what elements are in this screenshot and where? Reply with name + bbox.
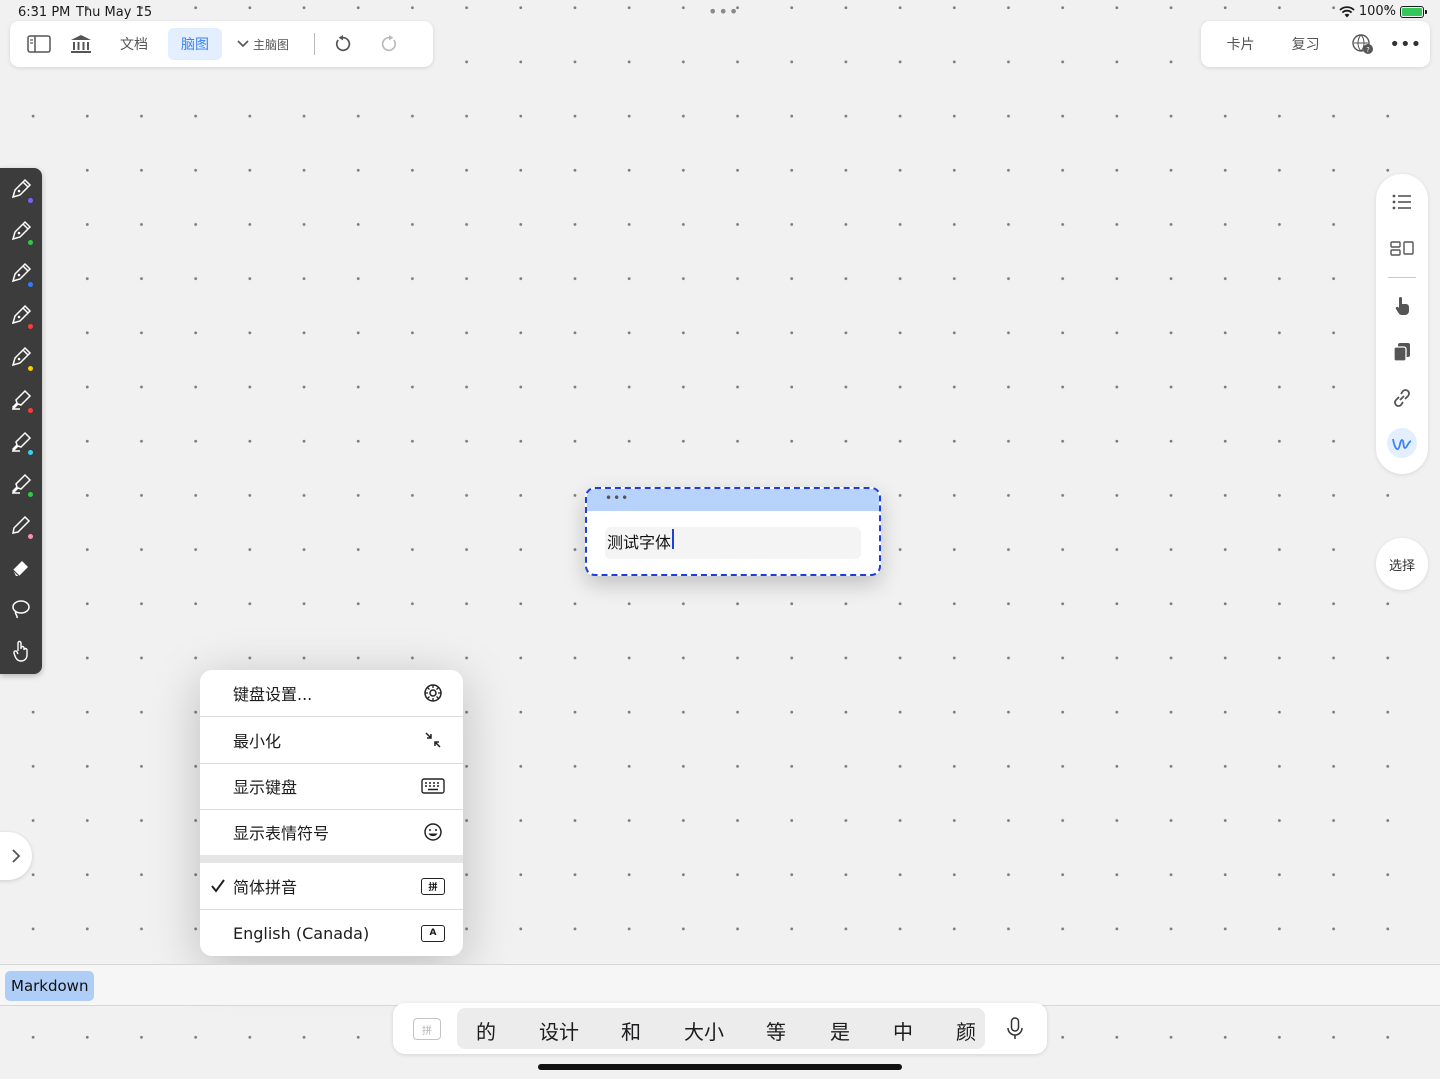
freehand-draw-icon[interactable] — [1387, 428, 1417, 458]
pen-yellow-icon[interactable] — [6, 340, 36, 374]
undo-icon[interactable] — [323, 28, 363, 60]
toolbar-divider — [314, 33, 315, 55]
menu-item-label: 显示表情符号 — [233, 824, 330, 843]
more-icon[interactable]: ••• — [1389, 28, 1422, 60]
menu-item-label: 最小化 — [233, 732, 282, 751]
pen-green-icon[interactable] — [6, 214, 36, 248]
menu-item-english-canada[interactable]: English (Canada) A — [200, 910, 463, 956]
tab-mindmap[interactable]: 脑图 — [168, 28, 222, 60]
menu-section-gap — [200, 855, 463, 863]
svg-text:?: ? — [1366, 46, 1370, 54]
hand-pointer-icon[interactable] — [6, 634, 36, 668]
node-text: 测试字体 — [607, 533, 672, 552]
ime-candidate-bar: 拼 的 设计 和 大小 等 是 中 颜 — [393, 1003, 1047, 1054]
top-toolbar-left: 文档 脑图 主脑图 — [10, 21, 433, 67]
candidate[interactable]: 大小 — [684, 1016, 724, 1045]
tap-hand-icon[interactable] — [1387, 291, 1417, 321]
link-icon[interactable] — [1387, 383, 1417, 413]
pinyin-badge: 拼 — [421, 877, 445, 895]
sidebar-toggle-icon[interactable] — [18, 28, 60, 60]
home-indicator[interactable] — [538, 1064, 902, 1070]
pencil-pink-icon[interactable] — [6, 508, 36, 542]
node-text-input[interactable]: 测试字体 — [605, 527, 861, 559]
battery-percent: 100% — [1358, 4, 1396, 19]
expand-panel-button[interactable] — [0, 832, 32, 880]
status-date: Thu May 15 — [76, 5, 153, 20]
select-button[interactable]: 选择 — [1376, 538, 1428, 590]
pen-toolbar — [0, 168, 42, 674]
candidate[interactable]: 的 — [476, 1016, 496, 1045]
status-right: 100% — [1339, 4, 1427, 19]
candidate[interactable]: 颜 — [956, 1016, 976, 1045]
highlighter-green-icon[interactable] — [6, 466, 36, 500]
menu-item-show-keyboard[interactable]: 显示键盘 — [200, 763, 463, 809]
tab-document[interactable]: 文档 — [108, 28, 160, 60]
candidate[interactable]: 设计 — [539, 1016, 579, 1045]
status-time: 6:31 PM — [18, 5, 71, 20]
english-badge: A — [421, 924, 445, 942]
node-drag-handle-icon[interactable]: ••• — [605, 491, 629, 505]
review-button[interactable]: 复习 — [1280, 28, 1331, 60]
chevron-down-icon — [237, 40, 249, 48]
candidate[interactable]: 等 — [766, 1016, 786, 1045]
chevron-right-icon — [11, 849, 21, 863]
menu-item-keyboard-settings[interactable]: 键盘设置... — [200, 670, 463, 716]
menu-item-label: 键盘设置... — [233, 685, 313, 704]
microphone-icon[interactable] — [1005, 1016, 1025, 1042]
checkmark-icon — [211, 879, 225, 893]
wifi-icon — [1339, 5, 1355, 18]
gear-icon — [421, 681, 445, 705]
highlighter-cyan-icon[interactable] — [6, 424, 36, 458]
copy-pages-icon[interactable] — [1387, 337, 1417, 367]
mindmap-node[interactable]: ••• 测试字体 — [585, 487, 881, 576]
theme-dropdown[interactable]: 主脑图 — [226, 28, 300, 60]
menu-item-pinyin[interactable]: 简体拼音 拼 — [200, 863, 463, 909]
right-toolbar — [1376, 174, 1428, 474]
outline-list-icon[interactable] — [1387, 187, 1417, 217]
english-badge-icon: A — [421, 921, 445, 945]
pinyin-badge-icon: 拼 — [421, 874, 445, 898]
menu-item-minimize[interactable]: 最小化 — [200, 717, 463, 763]
keyboard-menu: 键盘设置... 最小化 显示键盘 显示表情符号 简体拼音 拼 English (… — [200, 670, 463, 956]
markdown-toggle[interactable]: Markdown — [5, 971, 95, 1001]
keyboard-icon — [421, 774, 445, 798]
menu-item-label: English (Canada) — [233, 923, 370, 943]
candidate[interactable]: 和 — [621, 1016, 641, 1045]
web-help-icon[interactable]: ? — [1345, 28, 1380, 60]
eraser-icon[interactable] — [6, 550, 36, 584]
node-header[interactable]: ••• — [587, 489, 879, 511]
ime-keyboard-key[interactable]: 拼 — [413, 1018, 441, 1040]
minimize-arrows-icon — [421, 728, 445, 752]
pen-blue-icon[interactable] — [6, 256, 36, 290]
cards-button[interactable]: 卡片 — [1215, 28, 1266, 60]
multitasking-dots-icon[interactable]: ••• — [708, 2, 739, 21]
theme-dropdown-label: 主脑图 — [252, 37, 289, 52]
redo-icon[interactable] — [369, 28, 409, 60]
candidate[interactable]: 中 — [893, 1016, 913, 1045]
layout-icon[interactable] — [1387, 233, 1417, 263]
candidate[interactable]: 是 — [830, 1016, 850, 1045]
highlighter-red-icon[interactable] — [6, 382, 36, 416]
menu-item-label: 简体拼音 — [233, 878, 298, 897]
top-toolbar-right: 卡片 复习 ? ••• — [1201, 21, 1430, 67]
menu-item-label: 显示键盘 — [233, 778, 298, 797]
pen-purple-icon[interactable] — [6, 172, 36, 206]
right-toolbar-divider — [1388, 277, 1416, 278]
emoji-icon — [421, 820, 445, 844]
markdown-bar: Markdown — [0, 964, 1440, 1006]
lasso-icon[interactable] — [6, 592, 36, 626]
pen-red-icon[interactable] — [6, 298, 36, 332]
candidate-strip: 的 设计 和 大小 等 是 中 颜 — [457, 1008, 985, 1049]
battery-icon — [1400, 5, 1427, 18]
text-caret — [672, 529, 674, 549]
menu-item-show-emoji[interactable]: 显示表情符号 — [200, 809, 463, 855]
library-icon[interactable] — [60, 28, 102, 60]
